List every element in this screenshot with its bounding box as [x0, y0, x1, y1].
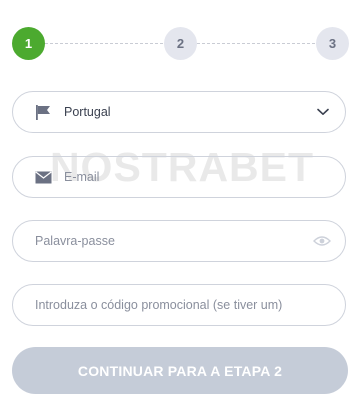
email-input[interactable]: [64, 157, 345, 197]
promo-code-field[interactable]: [12, 284, 346, 326]
envelope-icon: [32, 171, 54, 184]
country-select[interactable]: Portugal: [12, 91, 346, 133]
password-field[interactable]: [12, 220, 346, 262]
chevron-down-icon: [315, 108, 331, 116]
flag-icon: [32, 104, 54, 121]
password-input[interactable]: [35, 221, 313, 261]
email-field[interactable]: [12, 156, 346, 198]
eye-icon[interactable]: [313, 235, 331, 247]
continue-button[interactable]: CONTINUAR PARA A ETAPA 2: [12, 347, 348, 394]
promo-code-input[interactable]: [35, 285, 345, 325]
step-3: 3: [316, 27, 349, 60]
step-1: 1: [12, 27, 45, 60]
step-2: 2: [164, 27, 197, 60]
step-connector: [45, 43, 163, 44]
country-value: Portugal: [64, 105, 111, 119]
step-connector: [197, 43, 315, 44]
progress-stepper: 1 2 3: [0, 0, 360, 88]
